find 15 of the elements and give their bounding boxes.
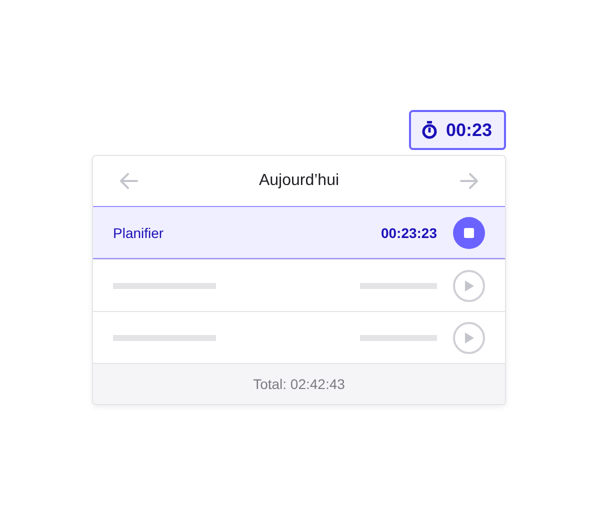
arrow-right-icon[interactable] xyxy=(459,172,479,190)
stop-icon xyxy=(464,228,474,238)
play-button[interactable] xyxy=(453,322,485,354)
stop-button[interactable] xyxy=(453,216,485,248)
day-title: Aujourd’hui xyxy=(258,172,340,190)
play-icon xyxy=(464,332,474,344)
stopwatch-icon xyxy=(420,121,438,139)
arrow-left-icon[interactable] xyxy=(119,172,139,190)
total-time: Total: 02:42:43 xyxy=(253,376,345,392)
play-button[interactable] xyxy=(453,270,485,302)
play-icon xyxy=(464,280,474,292)
task-label: Planifier xyxy=(113,224,164,240)
task-duration: 00:23:23 xyxy=(380,224,437,240)
task-row[interactable]: Planifier 00:23:23 xyxy=(93,206,505,259)
timer-badge: 00:23 xyxy=(408,110,506,150)
